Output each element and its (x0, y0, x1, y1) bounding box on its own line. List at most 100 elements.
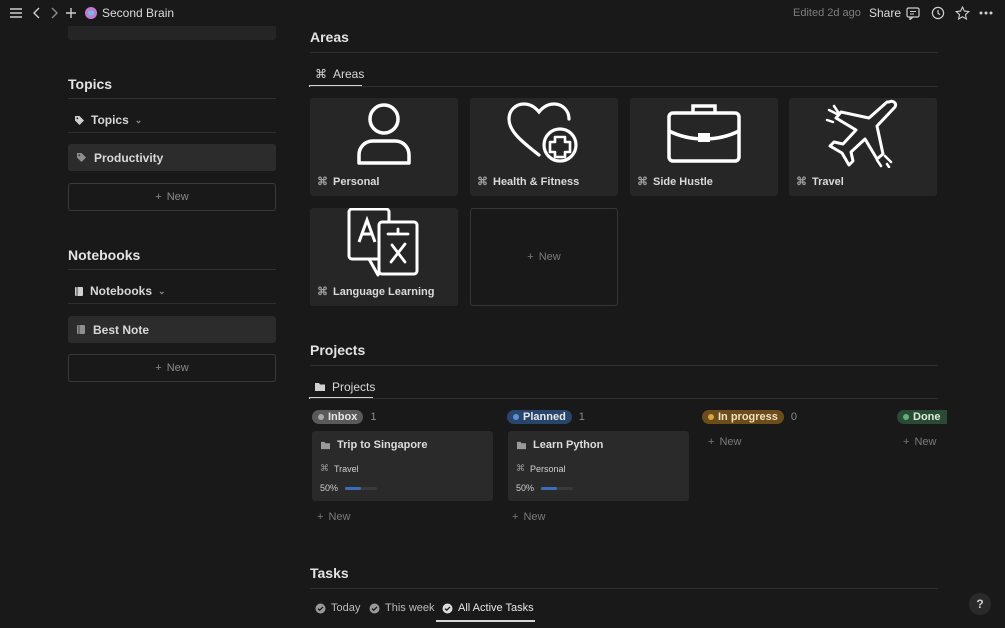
status-label: In progress (718, 411, 778, 423)
folder-icon (321, 441, 330, 449)
command-icon: ⌘ (516, 463, 525, 473)
notebooks-view-tab[interactable]: Notebooks ⌄ (74, 284, 166, 298)
top-bar: Second Brain Edited 2d ago Share (0, 0, 1005, 26)
more-options-icon[interactable] (977, 4, 995, 22)
new-label: New (914, 436, 937, 448)
list-item-productivity[interactable]: Productivity (68, 144, 276, 171)
project-title: Trip to Singapore (320, 439, 427, 451)
projects-view-tab[interactable]: Projects (314, 380, 375, 394)
comments-icon[interactable] (904, 4, 922, 22)
status-dot (513, 414, 519, 420)
area-card-label: ⌘ Travel (796, 175, 844, 189)
command-icon: ⌘ (637, 176, 648, 188)
tab-label: This week (385, 602, 435, 614)
areas-view-tab[interactable]: ⌘ Areas (315, 67, 364, 81)
area-name: Personal (530, 463, 566, 474)
check-circle-icon (442, 603, 453, 613)
area-card-language-learning[interactable]: ⌘ Language Learning (310, 208, 458, 306)
project-title: Learn Python (516, 439, 603, 451)
topics-heading: Topics (68, 76, 113, 92)
topics-new-button[interactable]: + New (68, 183, 276, 211)
plus-icon: + (527, 251, 534, 263)
check-circle-icon (369, 603, 380, 613)
done-new-button[interactable]: + New (903, 436, 936, 448)
plus-icon: + (708, 436, 715, 448)
status-dot (708, 414, 714, 420)
divider (310, 86, 938, 87)
new-label: New (166, 362, 189, 374)
tab-today[interactable]: Today (315, 602, 360, 614)
areas-heading: Areas (310, 29, 349, 45)
collapsed-block (68, 26, 276, 40)
divider (310, 52, 938, 53)
menu-icon[interactable] (7, 4, 25, 22)
project-area: ⌘ Personal (516, 463, 566, 474)
back-icon[interactable] (28, 4, 46, 22)
tag-icon (75, 115, 84, 125)
project-card-trip-to-singapore[interactable]: Trip to Singapore ⌘ Travel 50% (312, 431, 493, 501)
area-card-label: ⌘ Health & Fitness (477, 175, 579, 189)
heart-plus-icon (470, 98, 618, 168)
area-name: Personal (333, 175, 380, 188)
new-label: New (719, 436, 742, 448)
project-card-learn-python[interactable]: Learn Python ⌘ Personal 50% (508, 431, 689, 501)
command-icon: ⌘ (315, 67, 327, 81)
status-dot (903, 414, 909, 420)
tab-this-week[interactable]: This week (369, 602, 435, 614)
chevron-down-icon: ⌄ (134, 114, 143, 125)
planned-new-button[interactable]: + New (512, 511, 545, 523)
tab-all-active-tasks[interactable]: All Active Tasks (442, 602, 534, 614)
progress-text: 50% (320, 483, 339, 493)
in-progress-new-button[interactable]: + New (708, 436, 741, 448)
board-column-inbox[interactable]: Inbox 1 (312, 410, 376, 424)
area-card-personal[interactable]: ⌘ Personal (310, 98, 458, 196)
board-column-planned[interactable]: Planned 1 (507, 410, 585, 424)
status-label: Done (913, 411, 941, 423)
inbox-new-button[interactable]: + New (317, 511, 350, 523)
list-item-best-note[interactable]: Best Note (68, 316, 276, 343)
page-title[interactable]: Second Brain (102, 6, 174, 20)
divider (310, 588, 938, 589)
areas-view-label: Areas (333, 67, 365, 81)
airplane-icon (789, 98, 937, 168)
command-icon: ⌘ (317, 176, 328, 188)
new-label: New (523, 511, 546, 523)
board-column-done[interactable]: Done (897, 410, 947, 424)
favorite-star-icon[interactable] (953, 4, 971, 22)
area-card-side-hustle[interactable]: ⌘ Side Hustle (630, 98, 778, 196)
tab-label: Today (331, 602, 361, 614)
board-column-in-progress[interactable]: In progress 0 (702, 410, 797, 424)
divider (68, 98, 276, 99)
notebooks-new-button[interactable]: + New (68, 354, 276, 382)
progress-text: 50% (516, 483, 535, 493)
check-circle-icon (315, 603, 326, 613)
add-page-icon[interactable] (62, 4, 80, 22)
translate-icon (310, 208, 458, 278)
active-tab-indicator (436, 620, 535, 622)
forward-icon[interactable] (45, 4, 63, 22)
help-button[interactable]: ? (969, 593, 991, 615)
plus-icon: + (903, 436, 910, 448)
status-label: Inbox (328, 411, 358, 423)
chevron-down-icon: ⌄ (158, 285, 166, 296)
divider (68, 303, 276, 304)
divider (68, 269, 276, 270)
area-card-health-fitness[interactable]: ⌘ Health & Fitness (470, 98, 618, 196)
area-card-travel[interactable]: ⌘ Travel (789, 98, 937, 196)
history-clock-icon[interactable] (929, 4, 947, 22)
column-count: 0 (790, 411, 798, 423)
tab-label: All Active Tasks (458, 602, 534, 614)
plus-icon: + (512, 511, 519, 523)
areas-new-card-button[interactable]: + New (470, 208, 618, 306)
topics-view-tab[interactable]: Topics ⌄ (74, 113, 142, 127)
list-item-label: Productivity (94, 150, 164, 165)
status-label: Planned (523, 411, 566, 423)
share-button[interactable]: Share (869, 6, 901, 20)
projects-view-label: Projects (332, 380, 376, 394)
notebook-icon (75, 286, 83, 296)
notebooks-view-label: Notebooks (90, 284, 153, 298)
new-label: New (328, 511, 351, 523)
column-count: 1 (370, 411, 377, 423)
status-dot (318, 414, 324, 420)
area-card-label: ⌘ Personal (317, 175, 380, 189)
